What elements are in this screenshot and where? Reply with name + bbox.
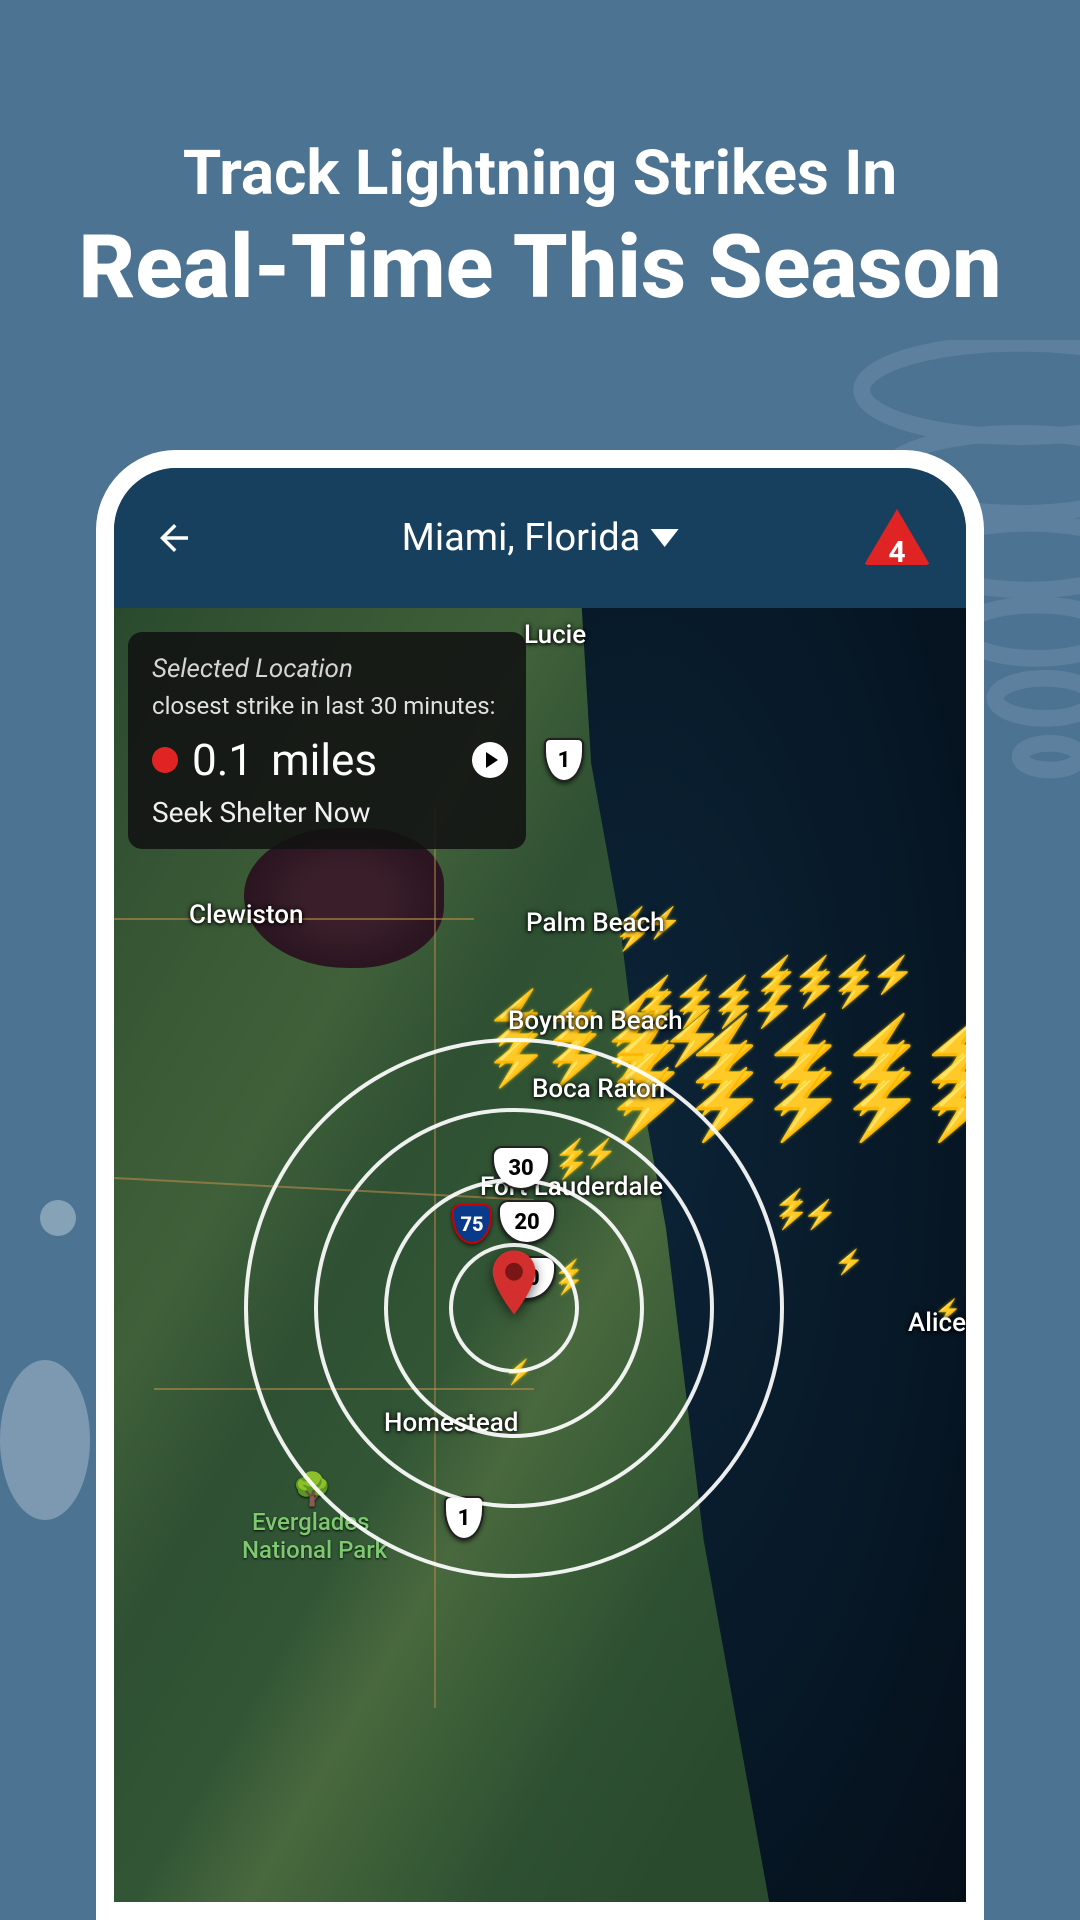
red-dot-icon <box>152 747 178 773</box>
map-city-label: Alice <box>908 1308 966 1338</box>
map-city-label: Palm Beach <box>526 908 665 938</box>
decorative-blob-icon <box>0 1360 90 1520</box>
app-topbar: Miami, Florida 4 <box>114 468 966 608</box>
location-selector[interactable]: Miami, Florida <box>402 516 679 560</box>
location-pin-icon <box>492 1250 536 1314</box>
lightning-map[interactable]: ⚡⚡⚡ ⚡⚡⚡⚡⚡⚡⚡ ⚡⚡⚡⚡⚡⚡⚡ ⚡⚡⚡⚡⚡⚡⚡⚡⚡⚡ ⚡⚡⚡⚡⚡⚡⚡⚡⚡… <box>114 608 966 1902</box>
distance-unit: miles <box>271 734 377 786</box>
back-button[interactable] <box>150 514 198 562</box>
distance-value: 0.1 <box>192 734 253 786</box>
map-city-label: Clewiston <box>189 900 303 930</box>
headline-line2: Real-Time This Season <box>0 220 1080 317</box>
phone-frame: Miami, Florida 4 ⚡⚡⚡ ⚡⚡⚡⚡⚡⚡⚡ ⚡⚡⚡⚡⚡⚡⚡ ⚡⚡⚡… <box>96 450 984 1920</box>
lightning-strike-icon: ⚡⚡⚡⚡⚡⚡⚡ <box>754 968 894 997</box>
alert-count: 4 <box>888 535 905 570</box>
strike-info-card[interactable]: Selected Location closest strike in last… <box>128 632 526 849</box>
location-label: Miami, Florida <box>402 516 641 560</box>
info-distance-row: 0.1 miles <box>152 734 502 786</box>
decorative-dot-icon <box>40 1200 76 1236</box>
info-distance: 0.1 miles <box>192 734 377 786</box>
info-card-title: Selected Location <box>152 654 502 684</box>
info-card-subtitle: closest strike in last 30 minutes: <box>152 692 502 720</box>
phone-screen: Miami, Florida 4 ⚡⚡⚡ ⚡⚡⚡⚡⚡⚡⚡ ⚡⚡⚡⚡⚡⚡⚡ ⚡⚡⚡… <box>114 468 966 1902</box>
map-park-label: National Park <box>242 1536 387 1564</box>
map-city-label: Lucie <box>524 620 586 650</box>
chevron-right-icon[interactable] <box>472 742 508 778</box>
alerts-badge[interactable]: 4 <box>864 509 930 567</box>
map-lake <box>244 828 444 968</box>
highway-shield-icon: 1 <box>544 738 584 782</box>
promo-headline: Track Lightning Strikes In Real-Time Thi… <box>0 0 1080 317</box>
map-city-label: Boynton Beach <box>508 1006 683 1036</box>
lightning-strike-icon: ⚡ <box>834 1258 858 1268</box>
chevron-down-icon <box>650 529 678 547</box>
lightning-strike-icon: ⚡⚡⚡ <box>774 1198 832 1220</box>
headline-line1: Track Lightning Strikes In <box>0 140 1080 208</box>
info-warning-text: Seek Shelter Now <box>152 796 502 829</box>
